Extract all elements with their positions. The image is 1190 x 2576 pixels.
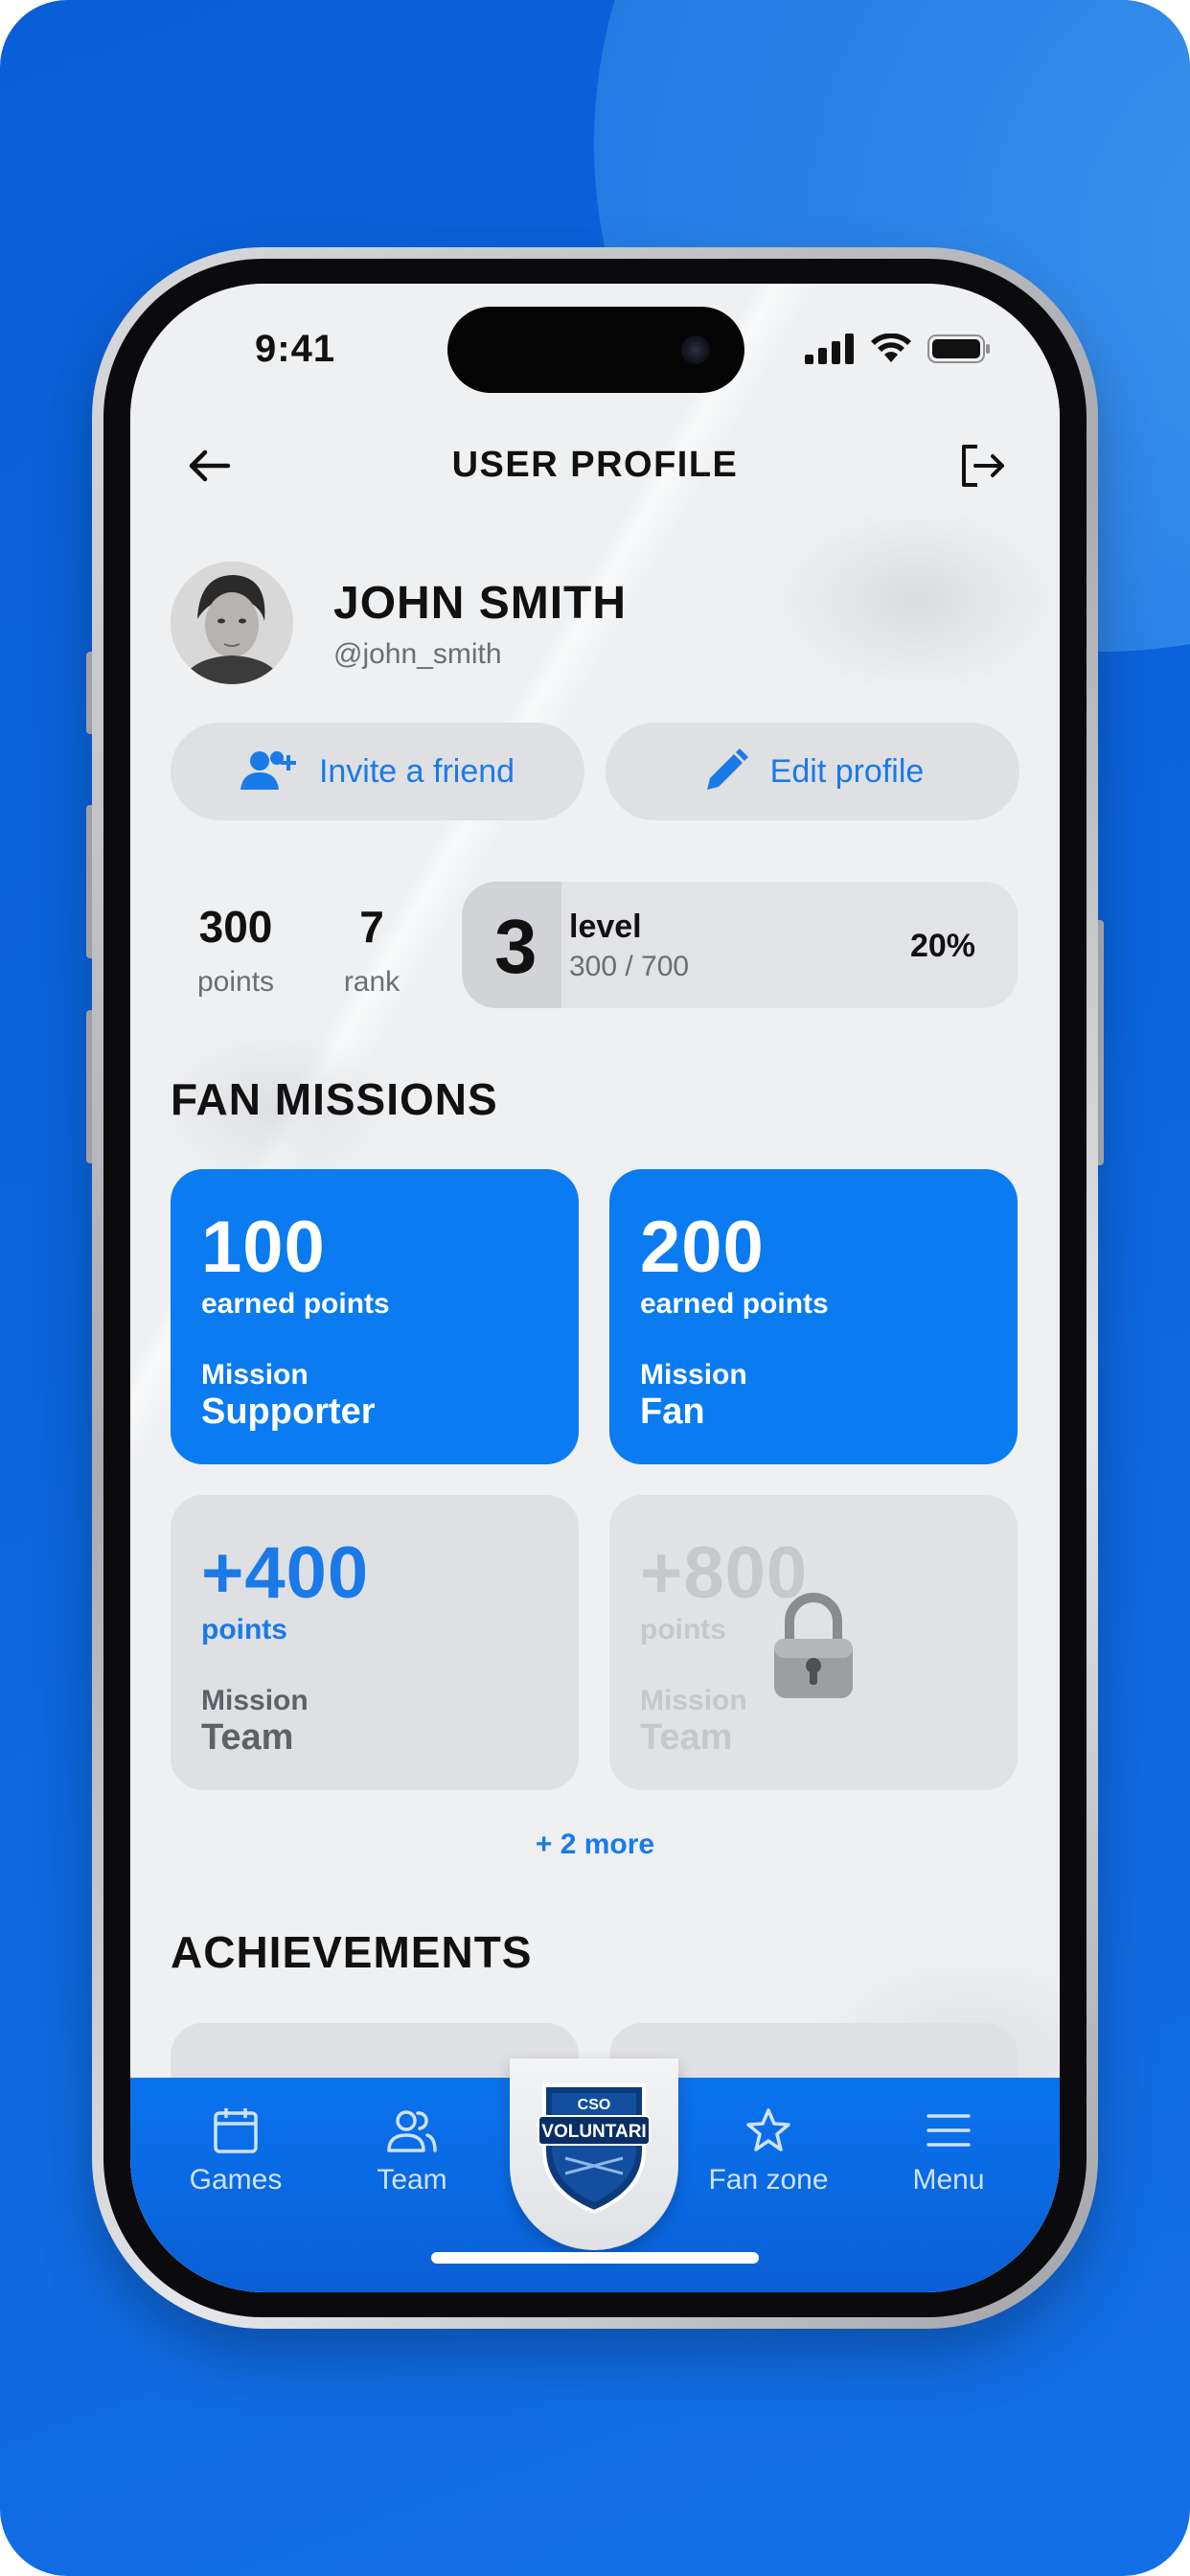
invite-friend-button[interactable]: Invite a friend xyxy=(171,723,584,820)
page-title: USER PROFILE xyxy=(451,445,739,485)
club-home-button[interactable]: CSO VOLUNTARI xyxy=(510,2058,678,2250)
mission-name: Supporter xyxy=(201,1392,376,1432)
hamburger-menu-icon xyxy=(927,2114,971,2147)
level-progress-text: 300 / 700 xyxy=(569,951,690,982)
status-time: 9:41 xyxy=(255,328,336,370)
pencil-icon xyxy=(706,748,748,790)
lock-icon xyxy=(774,1593,853,1698)
app-screen: 9:41 USER PROFILE JOHN SMITH @john_smith… xyxy=(130,284,1060,2292)
calendar-icon xyxy=(214,2108,258,2153)
level-card[interactable]: 3 level 300 / 700 20% xyxy=(462,882,1018,1008)
tab-team[interactable]: Team xyxy=(335,2106,489,2196)
edit-profile-label: Edit profile xyxy=(769,752,925,790)
mission-name: Fan xyxy=(640,1392,705,1432)
header: USER PROFILE xyxy=(130,427,1060,504)
add-user-icon xyxy=(240,751,296,790)
mission-card-locked[interactable]: +800 points Mission Team xyxy=(609,1495,1018,1790)
star-icon xyxy=(746,2108,790,2151)
level-label: level xyxy=(569,908,642,945)
mission-points: 100 xyxy=(201,1207,326,1288)
edit-profile-button[interactable]: Edit profile xyxy=(606,723,1019,820)
fan-missions-title: FAN MISSIONS xyxy=(171,1074,498,1124)
tab-fan-zone[interactable]: Fan zone xyxy=(692,2106,845,2196)
mission-label: Mission xyxy=(640,1685,747,1716)
battery-icon xyxy=(927,334,990,363)
marketing-background: 9:41 USER PROFILE JOHN SMITH @john_smith… xyxy=(0,0,1190,2576)
tab-menu-label: Menu xyxy=(912,2164,985,2196)
mission-points: +400 xyxy=(201,1532,370,1614)
mission-points-label: points xyxy=(640,1614,726,1645)
user-name: JOHN SMITH xyxy=(333,578,628,629)
logo-line1: CSO xyxy=(578,2097,611,2113)
tab-games[interactable]: Games xyxy=(159,2106,312,2196)
signal-icon xyxy=(805,334,854,364)
mission-name: Team xyxy=(201,1717,294,1758)
achievements-title: ACHIEVEMENTS xyxy=(171,1927,533,1977)
more-missions-link[interactable]: + 2 more xyxy=(130,1828,1060,1861)
logout-button[interactable] xyxy=(952,437,1010,494)
mission-label: Mission xyxy=(201,1359,309,1391)
logo-line2: VOLUNTARI xyxy=(541,2122,646,2142)
mission-label: Mission xyxy=(640,1359,747,1391)
mission-name: Team xyxy=(640,1717,733,1758)
mission-card-supporter[interactable]: 100 earned points Mission Supporter xyxy=(171,1169,579,1464)
user-handle: @john_smith xyxy=(333,638,502,670)
avatar-photo xyxy=(171,562,293,684)
points-label: points xyxy=(196,966,275,998)
status-icons xyxy=(805,334,991,364)
mission-points: 200 xyxy=(640,1207,765,1288)
mission-label: Mission xyxy=(201,1685,309,1716)
invite-friend-label: Invite a friend xyxy=(318,752,515,790)
club-crest-logo: CSO VOLUNTARI xyxy=(538,2083,651,2215)
mission-points-label: earned points xyxy=(640,1288,829,1320)
dynamic-island xyxy=(447,307,744,393)
rank-label: rank xyxy=(343,966,400,998)
mission-points-label: earned points xyxy=(201,1288,390,1320)
users-icon xyxy=(387,2110,437,2152)
home-indicator xyxy=(431,2252,759,2264)
tab-team-label: Team xyxy=(377,2164,447,2196)
tab-menu[interactable]: Menu xyxy=(872,2106,1025,2196)
tab-fan-zone-label: Fan zone xyxy=(708,2164,829,2196)
points-value: 300 xyxy=(198,902,273,952)
tab-games-label: Games xyxy=(189,2164,283,2196)
rank-value: 7 xyxy=(359,902,384,952)
wifi-icon xyxy=(871,334,911,362)
mission-card-team[interactable]: +400 points Mission Team xyxy=(171,1495,579,1790)
mission-card-fan[interactable]: 200 earned points Mission Fan xyxy=(609,1169,1018,1464)
level-number: 3 xyxy=(494,904,538,989)
logout-icon xyxy=(962,445,1004,487)
mission-points-label: points xyxy=(201,1614,287,1645)
level-percent: 20% xyxy=(909,928,975,964)
camera-icon xyxy=(681,335,710,364)
avatar xyxy=(171,562,293,684)
